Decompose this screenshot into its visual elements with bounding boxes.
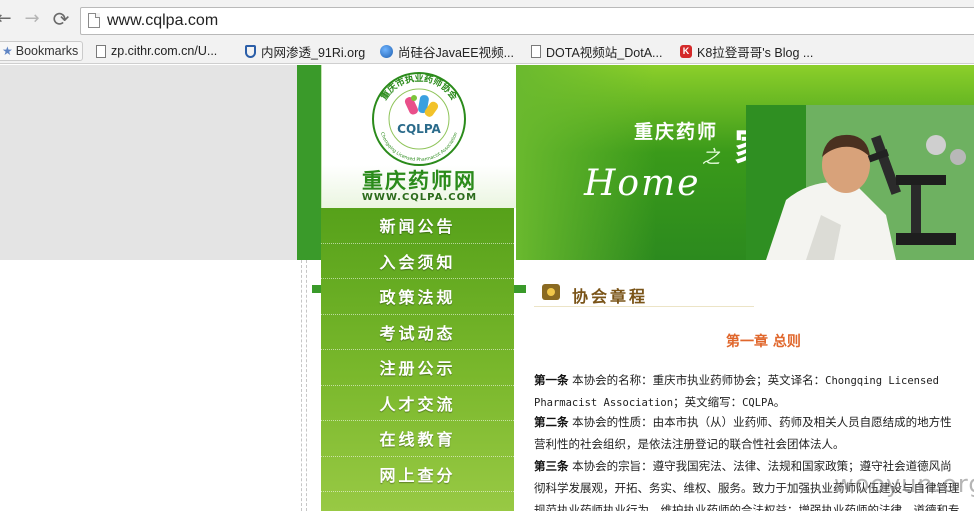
menu-item-label: 考试动态 [379, 323, 456, 343]
banner-zhi: 之 [702, 147, 720, 168]
menu-item-label: 在线教育 [379, 430, 456, 450]
menu-item-registration[interactable]: 注册公示 [321, 350, 514, 386]
reload-icon[interactable]: ⟳ [51, 9, 71, 29]
site-logo[interactable]: 重庆市执业药师协会 Chongqing Licensed Pharmacist … [321, 65, 516, 208]
svg-text:CQLPA: CQLPA [397, 122, 441, 136]
menu-item-talent[interactable]: 人才交流 [321, 386, 514, 421]
banner-title: 重庆药师 [634, 121, 719, 143]
section-bullet-icon [542, 284, 560, 300]
article-text: Pharmacist Association [534, 397, 674, 409]
address-bar[interactable]: www.cqlpa.com [80, 7, 974, 35]
bookmark-item[interactable]: zp.cithr.com.cn/U... [96, 41, 217, 61]
article-line: 第一条 本协会的名称：重庆市执业药师协会；英文译名：Chongqing Lice… [534, 369, 974, 392]
menu-item-membership[interactable]: 入会须知 [321, 244, 514, 279]
bookmarks-bar: ★ Bookmarks zp.cithr.com.cn/U... 内网渗透_91… [0, 37, 974, 64]
cqlpa-logo-icon: 重庆市执业药师协会 Chongqing Licensed Pharmacist … [372, 72, 466, 166]
article-line: 规范执业药师执业行为，维护执业药师的合法权益；增强执业药师的法律、道德和专 [534, 499, 974, 511]
browser-toolbar: ← → ⟳ www.cqlpa.com [0, 0, 974, 37]
article-label: 第三条 [534, 459, 569, 473]
bookmark-label: 尚硅谷JavaEE视频... [398, 45, 514, 60]
header-banner: 重庆药师 之 家 Home [516, 65, 974, 260]
green-edge [297, 65, 321, 260]
article-line: 营利性的社会组织，是依法注册登记的联合性社会团体法人。 [534, 433, 974, 455]
site-name: 重庆药师网 [362, 169, 477, 193]
article-text: ；英文缩写： [673, 395, 743, 409]
page-icon [531, 44, 541, 58]
article-text: 。 [773, 395, 786, 409]
bookmark-label: zp.cithr.com.cn/U... [111, 44, 218, 58]
fox-icon: K [680, 44, 692, 58]
accent-bar [514, 285, 526, 293]
menu-item-label: 入会须知 [379, 252, 456, 272]
menu-item-label: 政策法规 [379, 288, 456, 308]
page-icon [96, 44, 106, 58]
forward-arrow-icon[interactable]: → [22, 9, 42, 29]
watermark: wooyun.org [834, 470, 974, 498]
site-url: WWW.CQLPA.COM [361, 192, 478, 203]
page-icon [88, 13, 100, 28]
article-text: 本协会的性质：由本市执（从）业药师、药师及相关人员自愿结成的地方性 [572, 415, 952, 429]
menu-item-scores[interactable]: 网上查分 [321, 457, 514, 492]
url-text[interactable]: www.cqlpa.com [107, 12, 218, 30]
menu-item-label: 注册公示 [379, 359, 456, 379]
menu-item-label: 网上查分 [379, 465, 456, 485]
globe-icon [380, 44, 393, 58]
section-header: 协会章程 [534, 270, 754, 307]
banner-home: Home [584, 163, 701, 204]
web-page: 重庆药师 之 家 Home [0, 65, 974, 511]
divider [306, 260, 307, 511]
article-line: 第二条 本协会的性质：由本市执（从）业药师、药师及相关人员自愿结成的地方性 [534, 411, 974, 433]
menu-item-education[interactable]: 在线教育 [321, 421, 514, 457]
chapter-heading: 第一章 总则 [726, 334, 801, 350]
accent-bar [312, 285, 321, 293]
divider [301, 260, 302, 511]
article-text: 规范执业药师执业行为，维护执业药师的合法权益；增强执业药师的法律、道德和专 [534, 503, 960, 511]
page-background-left [0, 65, 297, 260]
menu-item-exams[interactable]: 考试动态 [321, 315, 514, 350]
bookmark-item[interactable]: 尚硅谷JavaEE视频... [380, 41, 514, 61]
back-arrow-icon[interactable]: ← [0, 9, 14, 29]
bookmarks-label: Bookmarks [15, 44, 79, 58]
article-label: 第一条 [534, 373, 569, 387]
bookmark-label: K8拉登哥哥's Blog ... [697, 45, 814, 60]
shield-icon [245, 44, 256, 58]
article-text: Chongqing Licensed [825, 375, 939, 387]
menu-item-label: 新闻公告 [379, 217, 456, 237]
article-label: 第二条 [534, 415, 569, 429]
bookmark-item[interactable]: K K8拉登哥哥's Blog ... [680, 41, 813, 61]
menu-item-label: 人才交流 [379, 394, 456, 414]
scientist-illustration [746, 105, 974, 260]
article-text: 本协会的名称：重庆市执业药师协会；英文译名： [572, 373, 826, 387]
section-title: 协会章程 [572, 287, 649, 306]
article-text: CQLPA [742, 397, 774, 409]
bookmarks-menu-button[interactable]: ★ Bookmarks [0, 41, 84, 61]
article-text: 营利性的社会组织，是依法注册登记的联合性社会团体法人。 [534, 437, 845, 451]
star-icon: ★ [2, 44, 13, 58]
menu-item-news[interactable]: 新闻公告 [321, 208, 514, 244]
main-menu: 新闻公告 入会须知 政策法规 考试动态 注册公示 人才交流 在线教育 网上查分 [321, 208, 514, 511]
bookmark-item[interactable]: DOTA视频站_DotA... [531, 41, 662, 61]
bookmark-label: 内网渗透_91Ri.org [261, 45, 366, 60]
bookmark-item[interactable]: 内网渗透_91Ri.org [245, 41, 365, 61]
bookmark-label: DOTA视频站_DotA... [546, 45, 663, 60]
menu-item-policies[interactable]: 政策法规 [321, 279, 514, 315]
